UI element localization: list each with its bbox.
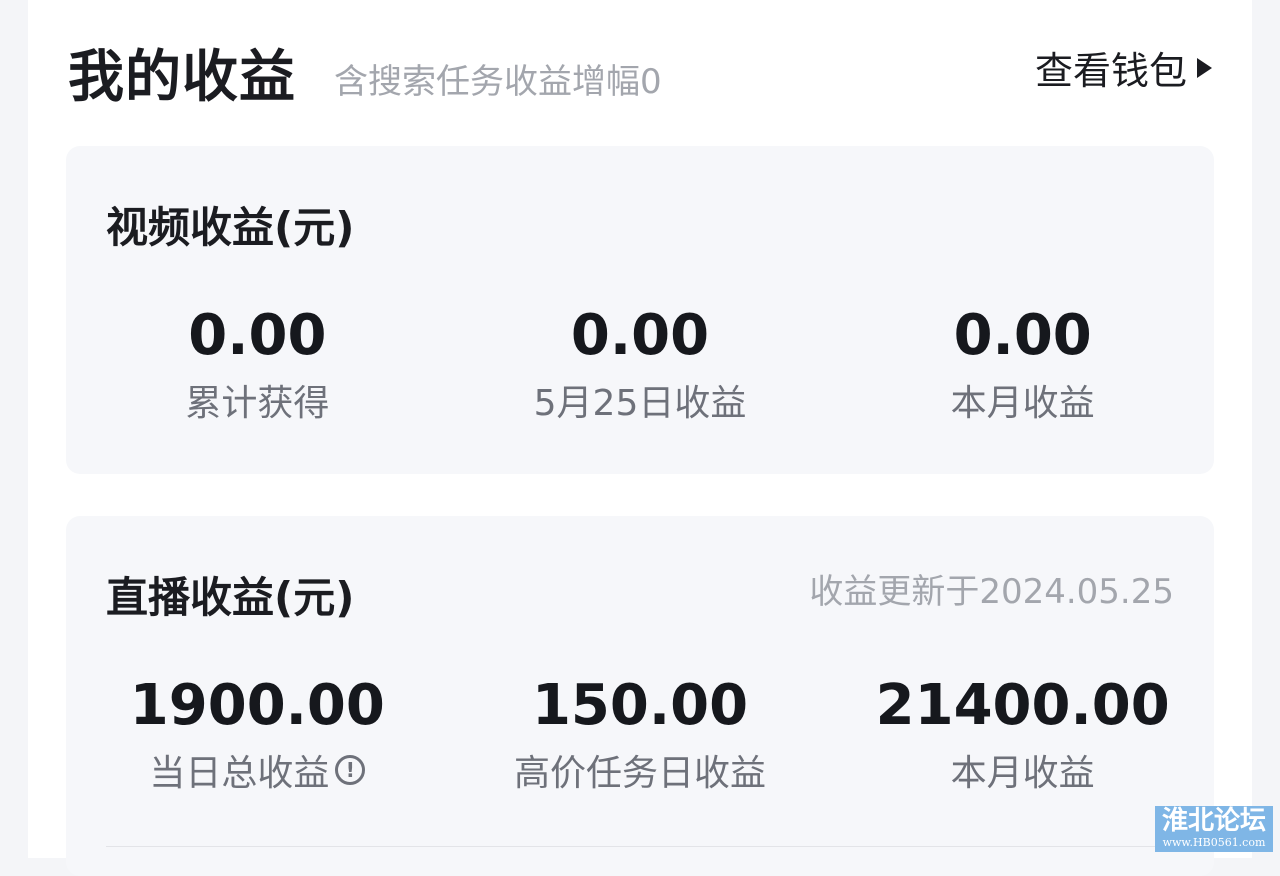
stat-day-earnings: 0.00 5月25日收益 [449,304,832,426]
page-subtitle: 含搜索任务收益增幅0 [334,62,662,102]
stat-premium-task-daily: 150.00 高价任务日收益 [449,674,832,796]
caret-right-icon [1197,57,1212,78]
stat-value: 1900.00 [129,673,385,738]
stat-value: 0.00 [188,303,327,368]
update-timestamp: 收益更新于2024.05.25 [809,572,1174,612]
stat-label: 本月收益 [950,383,1095,424]
view-wallet-link[interactable]: 查看钱包 [1035,40,1212,95]
stat-value: 21400.00 [875,673,1170,738]
watermark-text: 淮北论坛 [1161,806,1266,836]
video-earnings-card: 视频收益(元) 0.00 累计获得 0.00 5月25日收益 0.00 本月收益 [66,146,1214,474]
stat-value: 0.00 [953,303,1092,368]
stat-total-earned: 0.00 累计获得 [66,304,449,426]
stat-value: 150.00 [531,673,749,738]
stat-label: 当日总收益 [149,753,330,794]
stat-daily-total: 1900.00 当日总收益 ! [66,674,449,796]
live-earnings-title: 直播收益(元) [106,573,355,622]
stat-label: 本月收益 [950,753,1095,794]
stat-value: 0.00 [570,303,710,368]
stat-label: 5月25日收益 [533,383,747,424]
live-earnings-stats: 1900.00 当日总收益 ! 150.00 高价任务日收益 21400.00 … [66,674,1214,796]
earnings-page: 我的收益 含搜索任务收益增幅0 查看钱包 视频收益(元) 0.00 累计获得 0… [28,0,1252,876]
stat-label-with-info[interactable]: 当日总收益 ! [149,744,366,796]
video-earnings-title: 视频收益(元) [106,203,355,252]
page-title: 我的收益 [68,45,296,110]
divider [106,846,1174,847]
stat-label: 高价任务日收益 [514,753,767,794]
site-watermark-logo: 淮北论坛 www.HB0561.com [1155,806,1273,852]
stat-month-earnings: 0.00 本月收益 [831,304,1214,426]
live-earnings-card: 直播收益(元) 收益更新于2024.05.25 1900.00 当日总收益 ! … [66,516,1214,876]
stat-label: 累计获得 [185,383,330,424]
header: 我的收益 含搜索任务收益增幅0 查看钱包 [68,28,1212,110]
watermark-url: www.HB0561.com [1162,836,1266,849]
stat-month-earnings: 21400.00 本月收益 [831,674,1214,796]
video-earnings-stats: 0.00 累计获得 0.00 5月25日收益 0.00 本月收益 [66,304,1214,426]
info-icon[interactable]: ! [335,755,366,785]
view-wallet-label: 查看钱包 [1034,49,1187,93]
